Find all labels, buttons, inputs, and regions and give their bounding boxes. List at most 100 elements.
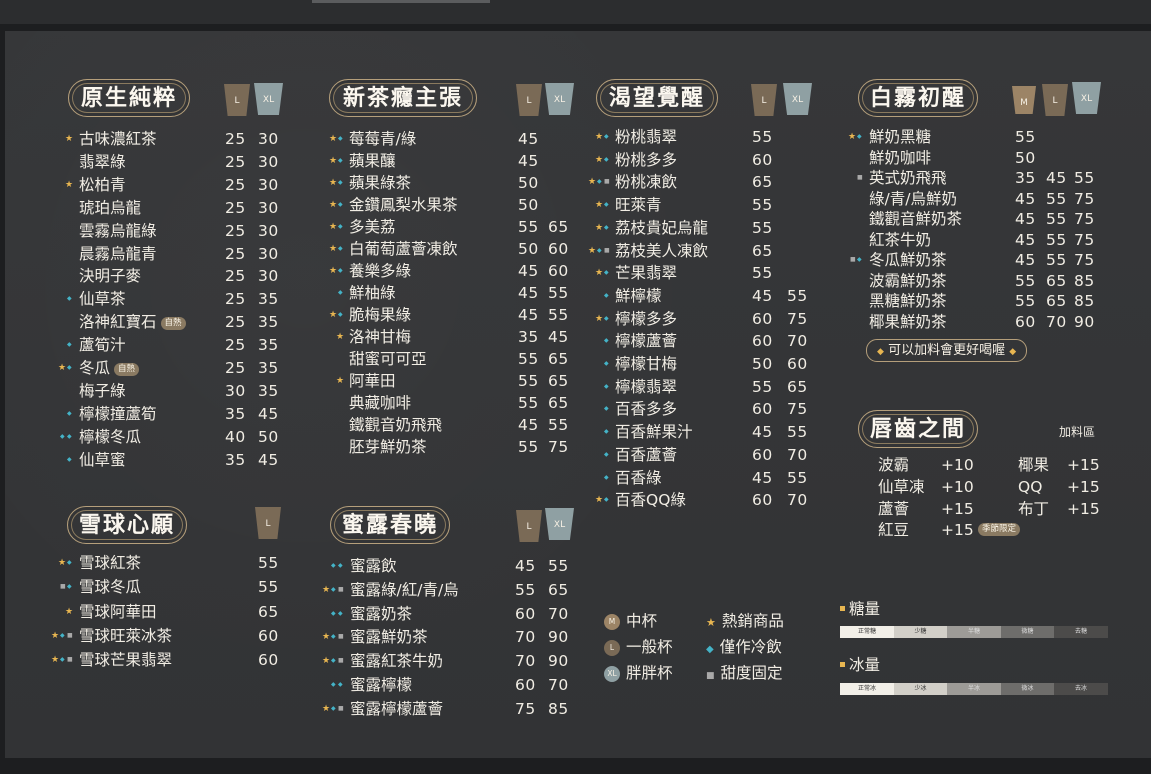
cup-l-icon: L	[516, 510, 542, 542]
top-bar	[0, 0, 1151, 24]
square-icon: ■	[850, 256, 856, 263]
menu-item-name: 蜜露檸檬蘆薈	[350, 699, 444, 718]
price-xl: 85	[548, 699, 569, 718]
price-xl: 85	[1074, 271, 1095, 290]
price-xl: 90	[548, 628, 569, 647]
menu-item: ◆ ◆ 蜜露檸檬 60 70	[0, 674, 1151, 696]
cup-l-icon: L	[1042, 84, 1068, 116]
menu-item: 椰果鮮奶茶 60 70 90	[0, 311, 1151, 333]
price-xl: 75	[787, 400, 808, 419]
cup-l-icon: L	[516, 84, 542, 116]
menu-item: 綠/青/烏鮮奶 45 55 75	[0, 188, 1151, 210]
cup-m-icon: M	[1012, 86, 1036, 114]
price-l: 55	[1046, 230, 1067, 249]
menu-item: ◆ 百香綠 45 55	[0, 467, 1151, 489]
price-l: 45	[752, 423, 773, 442]
price-m: 55	[1015, 128, 1036, 146]
price-xl: 75	[1074, 210, 1095, 228]
diamond-icon: ◆	[331, 704, 336, 712]
diamond-icon: ◆	[331, 633, 336, 641]
square-icon: ■	[338, 585, 344, 593]
price-xl: 70	[548, 604, 569, 623]
price-l: 60	[515, 604, 536, 623]
cup-xl-icon: XL	[783, 83, 812, 115]
price-xl: 65	[548, 580, 569, 599]
menu-item: ◆ 百香蘆薈 60 70	[0, 444, 1151, 466]
price-m: 45	[1015, 251, 1036, 269]
diamond-icon: ◆	[857, 256, 862, 263]
star-icon: ★	[322, 632, 331, 643]
price-m: 45	[1015, 230, 1036, 249]
menu-item: ◆ 檸檬翡翠 55 65	[0, 376, 1151, 398]
menu-item-name: 波霸鮮奶茶	[869, 271, 947, 290]
section-title-milu: 蜜露春曉	[330, 506, 450, 544]
menu-item-name: 蜜露紅茶牛奶	[350, 652, 444, 671]
diamond-icon: ◆	[604, 450, 609, 458]
section-title-yuansheng: 原生純粹	[68, 79, 190, 117]
square-icon: ■	[857, 174, 863, 181]
cup-xl-icon: XL	[545, 508, 574, 540]
menu-item: ■ 英式奶飛飛 35 45 55	[0, 167, 1151, 189]
menu-item-name: 蜜露綠/紅/青/烏	[350, 580, 459, 599]
price-l: 75	[515, 699, 536, 718]
menu-item-name: 紅茶牛奶	[869, 230, 932, 249]
price-l: 45	[1046, 169, 1067, 187]
diamond-icon: ◆	[604, 496, 609, 504]
diamond-icon: ◆	[338, 609, 343, 617]
menu-item-name: 檸檬蘆薈	[615, 332, 678, 351]
menu-item: 波霸鮮奶茶 55 65 85	[0, 270, 1151, 292]
menu-item: ■ ◆ ★ 蜜露鮮奶茶 70 90	[0, 626, 1151, 648]
menu-item-name: 百香蘆薈	[615, 445, 678, 464]
menu-item: ◆ 檸檬蘆薈 60 70	[0, 330, 1151, 352]
menu-item-name: 鐵觀音鮮奶茶	[869, 210, 963, 228]
section-title-kewang: 渴望覺醒	[596, 79, 718, 117]
diamond-icon: ◆	[604, 473, 609, 481]
menu-item: ◆ ★ 鮮奶黑糖 55	[0, 126, 1151, 148]
price-xl: 70	[787, 445, 808, 464]
diamond-icon: ◆	[604, 360, 609, 367]
menu-item: 鮮奶咖啡 50	[0, 147, 1151, 169]
menu-item-name: 鮮奶黑糖	[869, 128, 932, 146]
menu-item-name: 蜜露奶茶	[350, 604, 413, 623]
diamond-icon: ◆	[604, 382, 609, 390]
price-xl: 90	[548, 652, 569, 671]
menu-item-name: 黑糖鮮奶茶	[869, 292, 947, 310]
price-l: 60	[752, 400, 773, 419]
diamond-icon: ◆	[331, 609, 336, 617]
menu-item-name: 檸檬甘梅	[615, 355, 678, 373]
menu-item-name: 百香鮮果汁	[615, 423, 693, 442]
price-l: 55	[1046, 251, 1067, 269]
cup-l-icon: L	[751, 84, 777, 116]
cup-l-icon: L	[224, 84, 250, 116]
price-xl: 75	[1074, 230, 1095, 249]
section-title-baiwu: 白霧初醒	[858, 79, 978, 117]
menu-item-name: 百香多多	[615, 400, 678, 419]
menu-item-name: 檸檬翡翠	[615, 377, 678, 396]
star-icon: ★	[322, 584, 331, 595]
price-l: 65	[1046, 271, 1067, 290]
price-xl: 75	[1074, 189, 1095, 208]
price-l: 55	[1046, 189, 1067, 208]
menu-item: ◆ ■ 冬瓜鮮奶茶 45 55 75	[0, 249, 1151, 271]
price-l: 70	[1046, 312, 1067, 331]
cup-xl-icon: XL	[545, 83, 574, 115]
diamond-icon: ◆	[604, 337, 609, 345]
square-icon: ■	[338, 657, 344, 665]
menu-item: 鐵觀音鮮奶茶 45 55 75	[0, 208, 1151, 230]
diamond-icon: ◆	[331, 585, 336, 593]
menu-item: ◆ 百香多多 60 75	[0, 398, 1151, 420]
price-l: 50	[752, 355, 773, 373]
price-l: 55	[752, 377, 773, 396]
menu-item-name: 冬瓜鮮奶茶	[869, 251, 947, 269]
top-tab-indicator	[312, 0, 490, 3]
price-m: 50	[1015, 148, 1036, 167]
diamond-icon: ◆	[857, 133, 862, 140]
price-l: 70	[515, 628, 536, 647]
price-m: 45	[1015, 189, 1036, 208]
diamond-icon: ◆	[338, 562, 343, 569]
cup-xl-icon: XL	[254, 83, 283, 115]
topping-item: 紅豆 +15 季節限定	[878, 519, 1038, 541]
menu-item: ■ ◆ ★ 蜜露檸檬蘆薈 75 85	[0, 698, 1151, 720]
menu-item: ◆ ◆ 蜜露飲 45 55	[0, 555, 1151, 577]
menu-item: ◆ 百香鮮果汁 45 55	[0, 421, 1151, 443]
